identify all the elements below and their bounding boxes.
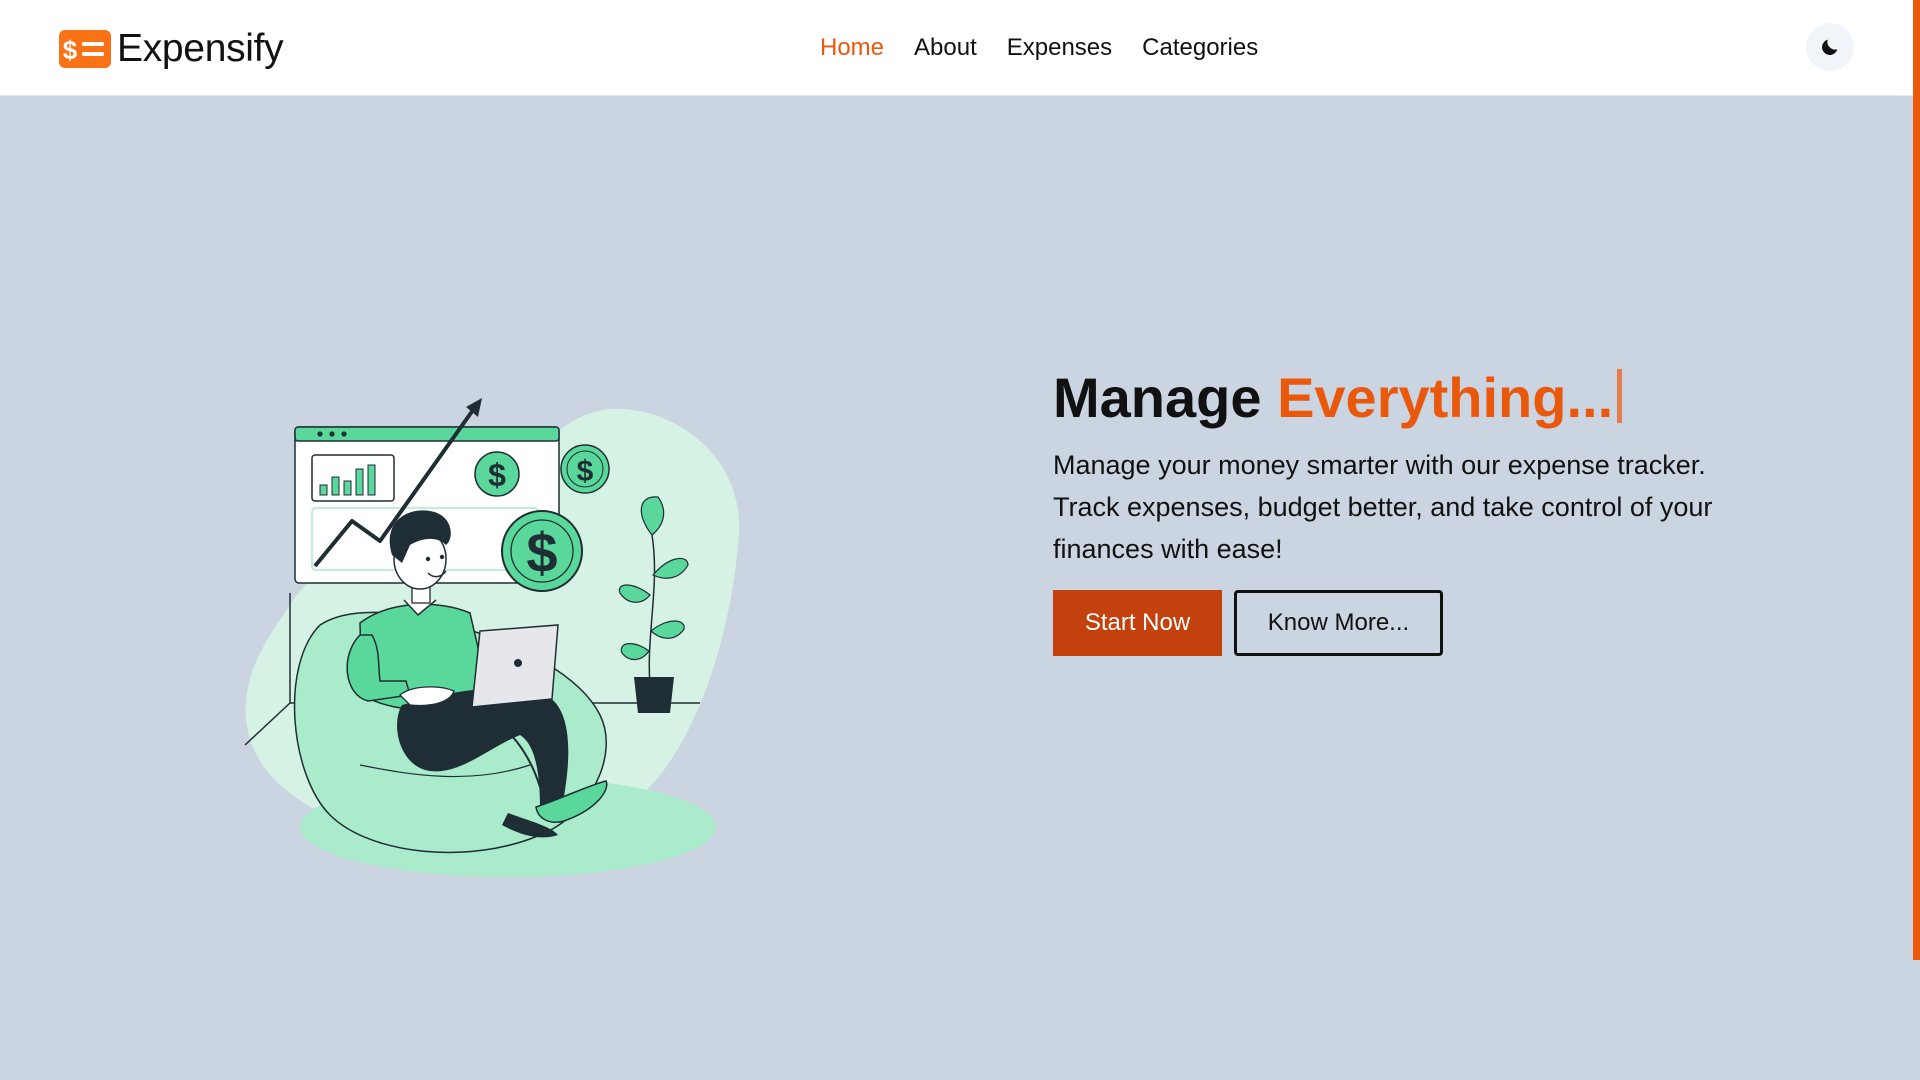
logo-dollar-sign: $	[63, 35, 78, 65]
hero-description: Manage your money smarter with our expen…	[1053, 450, 1713, 564]
nav-about[interactable]: About	[914, 34, 977, 62]
hero-section: Manage Everything... Manage your money s…	[1053, 362, 1813, 656]
main-nav: Home About Expenses Categories	[820, 34, 1258, 62]
know-more-button[interactable]: Know More...	[1234, 590, 1443, 656]
hero-title: Manage Everything...	[1053, 362, 1813, 434]
moon-icon	[1822, 39, 1838, 55]
navbar: $ Expensify Home About Expenses Categori…	[0, 0, 1920, 96]
nav-home[interactable]: Home	[820, 34, 884, 62]
nav-categories[interactable]: Categories	[1142, 34, 1258, 62]
svg-text:$: $	[526, 521, 557, 584]
svg-text:$: $	[577, 455, 594, 488]
theme-toggle-button[interactable]	[1806, 23, 1854, 71]
start-now-button[interactable]: Start Now	[1053, 590, 1222, 656]
svg-text:$: $	[488, 457, 506, 493]
hero-buttons: Start Now Know More...	[1053, 590, 1813, 656]
brand-name: Expensify	[117, 27, 284, 70]
typing-caret	[1617, 369, 1623, 423]
brand-link[interactable]: $ Expensify	[59, 27, 284, 71]
scrollbar[interactable]	[1913, 0, 1920, 960]
person-on-beanbag-finance-illustration: $ $ $	[244, 398, 740, 877]
hero-title-accent: Everything...	[1277, 366, 1614, 429]
nav-expenses[interactable]: Expenses	[1007, 34, 1112, 62]
hero-title-plain: Manage	[1053, 366, 1278, 429]
dollar-list-icon: $	[59, 30, 111, 68]
